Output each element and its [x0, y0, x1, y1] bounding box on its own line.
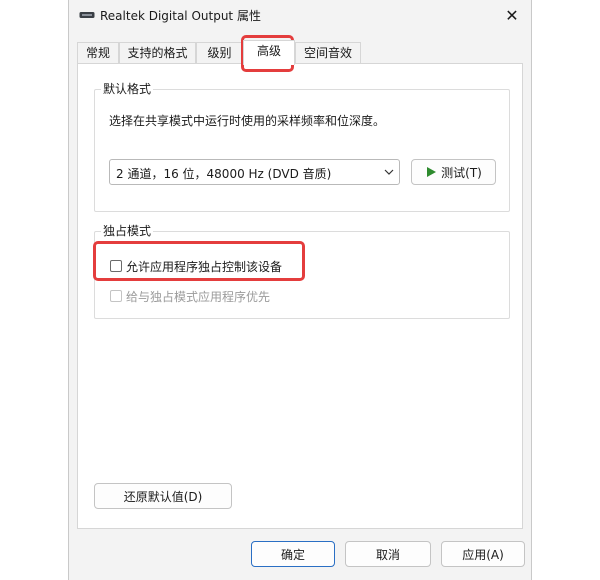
ok-label: 确定 — [280, 547, 305, 562]
title-bar[interactable]: Realtek Digital Output 属性 ✕ — [69, 0, 531, 32]
exclusive-mode-title: 独占模式 — [101, 223, 154, 239]
tab-levels[interactable]: 级别 — [196, 42, 243, 64]
ok-button[interactable]: 确定 — [251, 541, 335, 567]
default-format-group: 默认格式 选择在共享模式中运行时使用的采样频率和位深度。 — [94, 81, 510, 212]
default-format-description: 选择在共享模式中运行时使用的采样频率和位深度。 — [109, 114, 386, 128]
test-button[interactable]: 测试(T) — [411, 159, 496, 185]
exclusive-mode-group: 独占模式 — [94, 223, 510, 319]
tab-strip: 常规 支持的格式 级别 高级 空间音效 — [77, 40, 523, 65]
close-icon: ✕ — [505, 5, 519, 25]
restore-defaults-label: 还原默认值(D) — [123, 489, 203, 504]
sample-rate-select[interactable]: 2 通道，16 位，48000 Hz (DVD 音质) — [109, 159, 400, 185]
chevron-down-icon — [384, 169, 394, 175]
exclusive-priority-checkbox[interactable] — [110, 290, 122, 302]
apply-label: 应用(A) — [462, 547, 504, 562]
allow-exclusive-label[interactable]: 允许应用程序独占控制该设备 — [126, 258, 282, 275]
exclusive-priority-label[interactable]: 给与独占模式应用程序优先 — [126, 288, 270, 305]
tab-general[interactable]: 常规 — [77, 42, 119, 64]
sample-rate-value: 2 通道，16 位，48000 Hz (DVD 音质) — [116, 167, 332, 181]
close-button[interactable]: ✕ — [499, 4, 525, 26]
tab-spatial-sound[interactable]: 空间音效 — [295, 42, 361, 64]
cancel-label: 取消 — [375, 547, 400, 562]
tab-panel-advanced: 默认格式 选择在共享模式中运行时使用的采样频率和位深度。 2 通道，16 位，4… — [77, 63, 523, 529]
speaker-icon — [79, 12, 95, 18]
tab-advanced[interactable]: 高级 — [243, 40, 295, 65]
test-button-label: 测试(T) — [441, 165, 482, 180]
tab-supported-formats[interactable]: 支持的格式 — [119, 42, 196, 64]
window-title: Realtek Digital Output 属性 — [100, 9, 261, 23]
default-format-title: 默认格式 — [101, 81, 154, 97]
restore-defaults-button[interactable]: 还原默认值(D) — [94, 483, 232, 509]
cancel-button[interactable]: 取消 — [345, 541, 431, 567]
properties-dialog: Realtek Digital Output 属性 ✕ 常规 支持的格式 级别 … — [68, 0, 532, 580]
play-icon — [427, 167, 437, 177]
apply-button[interactable]: 应用(A) — [441, 541, 525, 567]
allow-exclusive-checkbox[interactable] — [110, 260, 122, 272]
